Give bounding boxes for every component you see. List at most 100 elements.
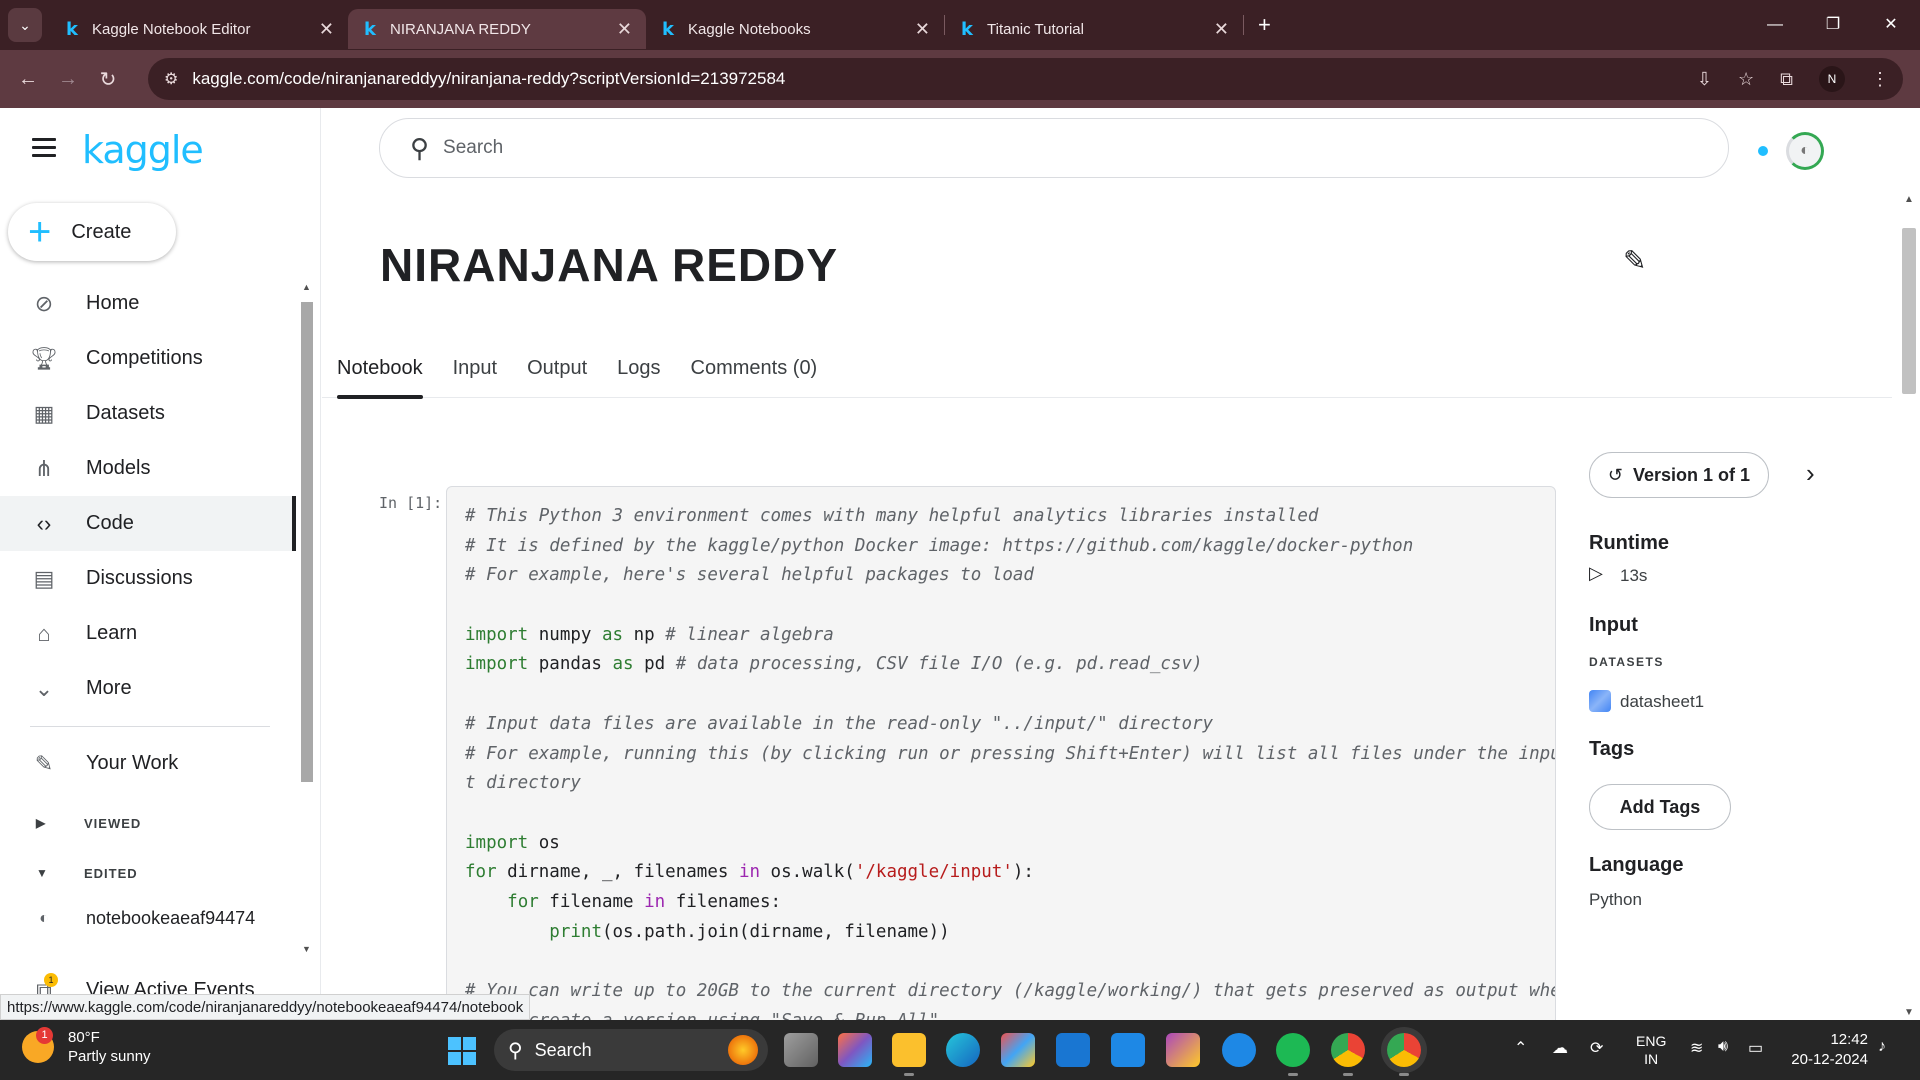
close-icon[interactable]: ✕ [1214,19,1229,40]
version-button[interactable]: ↺ Version 1 of 1 [1589,452,1769,498]
chrome-icon[interactable] [1331,1033,1365,1076]
sidebar-item-label: More [86,677,132,699]
copilot-icon[interactable] [838,1033,872,1067]
create-button[interactable]: + Create [8,203,176,261]
search-input[interactable]: ⚲ Search [379,118,1729,178]
bookmark-star-icon[interactable]: ☆ [1738,69,1754,90]
scroll-down-icon[interactable]: ▼ [1904,1007,1914,1018]
store-icon[interactable] [1001,1033,1035,1067]
edit-pencil-icon[interactable]: ✎ [1623,244,1646,277]
tab-comments[interactable]: Comments (0) [676,338,833,398]
runtime-value: 13s [1620,566,1648,585]
sidebar-item-models[interactable]: ⋔ Models [0,441,296,496]
sidebar-item-learn[interactable]: ⌂ Learn [0,606,296,661]
windows-start-icon[interactable] [448,1037,476,1065]
sidebar-item-notebook[interactable]: ◐ notebookeaeaf94474 [0,891,296,946]
reload-icon[interactable]: ↻ [88,67,128,92]
code-line: t directory [465,773,581,794]
sync-app-icon[interactable] [1222,1033,1256,1067]
browser-tabbar: ⌄ k Kaggle Notebook Editor ✕ k NIRANJANA… [0,0,1920,50]
install-app-icon[interactable]: ⇩ [1697,69,1712,90]
site-info-icon[interactable]: ⚙ [164,69,178,89]
address-bar[interactable]: ⚙ kaggle.com/code/niranjanareddyy/niranj… [148,58,1903,100]
table-icon: ▦ [33,400,55,426]
scroll-up-icon[interactable]: ▲ [1904,194,1914,205]
new-tab-icon[interactable]: + [1258,12,1271,38]
taskbar-search[interactable]: ⚲ Search [494,1029,768,1071]
page-scrollbar[interactable]: ▲ ▼ [1898,190,1920,1020]
sidebar-item-home[interactable]: ⊘ Home [0,276,296,331]
code-cell[interactable]: # This Python 3 environment comes with m… [446,486,1556,1046]
tab-notebook[interactable]: Notebook [322,338,438,399]
sidebar-item-label: Learn [86,622,138,644]
back-icon[interactable]: ← [8,68,48,91]
cloud-icon[interactable]: ☁ [1552,1038,1568,1058]
task-view-icon[interactable] [784,1033,818,1067]
tab-search-button[interactable]: ⌄ [8,8,42,42]
sidebar-scrollbar[interactable]: ▲ ▼ [300,280,314,960]
browser-tab[interactable]: k Kaggle Notebook Editor ✕ [50,9,348,49]
code-line: for dirname, _, filenames in os.walk('/k… [465,862,1034,883]
notification-bell-icon[interactable]: ♪ [1878,1038,1886,1056]
close-icon[interactable]: ✕ [915,19,930,40]
teams-icon[interactable] [1056,1033,1090,1067]
zoom-icon[interactable] [1111,1033,1145,1067]
edited-section-toggle[interactable]: ▼ EDITED [0,858,138,888]
add-tags-button[interactable]: Add Tags [1589,784,1731,830]
sidebar-item-competitions[interactable]: 🏆︎ Competitions [0,331,296,386]
app-icon[interactable] [1166,1033,1200,1067]
close-icon[interactable]: ✕ [319,19,334,40]
chevron-up-icon[interactable]: ⌃ [1514,1038,1527,1058]
scroll-up-icon[interactable]: ▲ [302,282,311,292]
taskbar-clock[interactable]: 12:42 20-12-2024 [1788,1030,1868,1070]
sync-icon[interactable]: ⟳ [1590,1038,1603,1058]
language-indicator[interactable]: ENG IN [1636,1032,1666,1068]
tab-logs[interactable]: Logs [602,338,675,398]
header-actions: ◐ [1758,132,1824,170]
wifi-icon[interactable]: ≋ [1690,1038,1703,1058]
browser-tab-active[interactable]: k NIRANJANA REDDY ✕ [348,9,646,49]
clock-time: 12:42 [1830,1031,1868,1048]
minimize-icon[interactable]: — [1746,0,1804,50]
edge-icon[interactable] [946,1033,980,1067]
tab-input[interactable]: Input [438,338,512,398]
viewed-section-toggle[interactable]: ▶ VIEWED [0,808,141,838]
caret-right-icon: ▶ [36,816,47,830]
chrome-profile-icon[interactable] [1387,1033,1421,1076]
spotify-icon[interactable] [1276,1033,1310,1076]
sidebar-item-datasets[interactable]: ▦ Datasets [0,386,296,441]
file-explorer-icon[interactable] [892,1033,926,1076]
viewed-label: VIEWED [84,815,142,831]
profile-avatar[interactable]: N [1819,66,1845,92]
sidebar-item-discussions[interactable]: ▤ Discussions [0,551,296,606]
tab-title: Titanic Tutorial [987,20,1084,38]
sidebar-item-more[interactable]: ⌄ More [0,661,296,716]
sidebar-item-code[interactable]: ‹› Code [0,496,296,551]
weather-sun-icon: 1 [22,1027,54,1063]
close-window-icon[interactable]: ✕ [1862,0,1920,50]
history-icon: ↺ [1607,464,1624,485]
sidebar-item-label: Models [86,457,151,479]
browser-menu-icon[interactable]: ⋮ [1871,69,1889,90]
tab-output[interactable]: Output [512,338,602,398]
kaggle-logo[interactable]: kaggle [82,128,204,172]
browser-tab[interactable]: k Kaggle Notebooks ✕ [646,9,944,49]
code-line: # It is defined by the kaggle/python Doc… [465,535,1414,556]
restore-icon[interactable]: ❐ [1804,0,1862,50]
forward-icon[interactable]: → [48,68,88,91]
scroll-down-icon[interactable]: ▼ [302,944,311,954]
extensions-icon[interactable]: ⧉ [1780,69,1793,90]
scrollbar-thumb[interactable] [301,302,313,782]
user-avatar[interactable]: ◐ [1786,132,1824,170]
browser-tab[interactable]: k Titanic Tutorial ✕ [945,9,1243,49]
volume-icon[interactable]: 🔊︎ [1718,1038,1728,1056]
page-title: NIRANJANA REDDY [380,239,838,291]
chevron-right-icon[interactable]: › [1806,458,1815,489]
scrollbar-thumb[interactable] [1902,228,1916,394]
battery-icon[interactable]: ▭ [1748,1038,1763,1058]
weather-widget[interactable]: 1 80°F Partly sunny [22,1027,151,1066]
dataset-link[interactable]: datasheet1 [1620,692,1704,712]
sidebar-item-your-work[interactable]: ✎ Your Work [0,736,296,791]
close-icon[interactable]: ✕ [617,19,632,40]
hamburger-menu-icon[interactable] [32,138,56,162]
